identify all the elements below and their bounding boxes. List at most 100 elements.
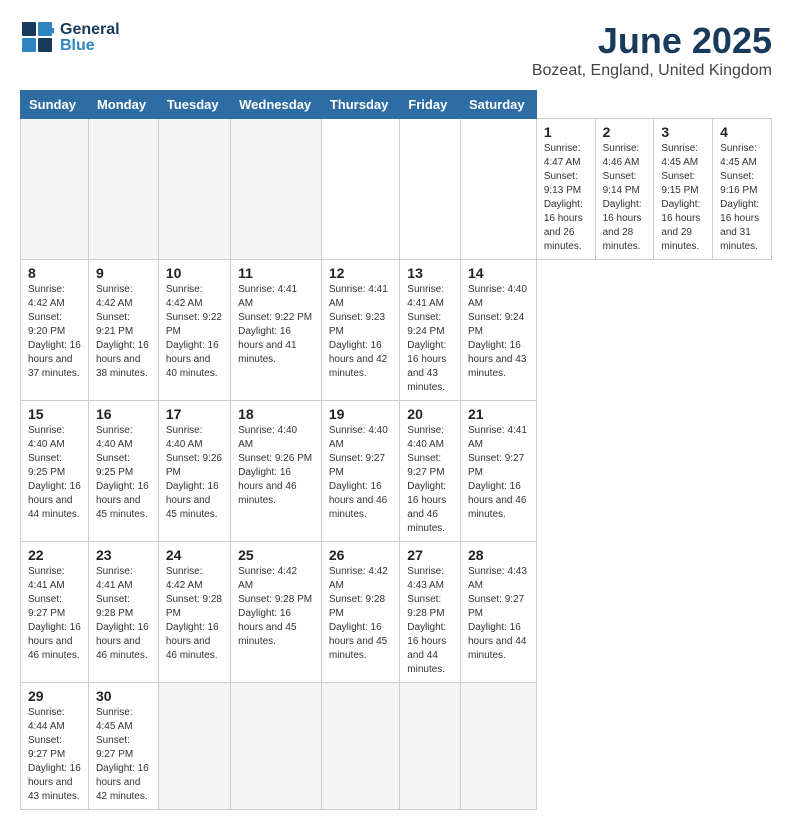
header-friday: Friday — [400, 91, 461, 119]
header-tuesday: Tuesday — [158, 91, 230, 119]
day-info: Sunrise: 4:42 AMSunset: 9:20 PMDaylight:… — [28, 284, 81, 379]
day-info: Sunrise: 4:41 AMSunset: 9:23 PMDaylight:… — [329, 284, 388, 379]
day-cell-10: 10 Sunrise: 4:42 AMSunset: 9:22 PMDaylig… — [158, 260, 230, 401]
day-cell-2: 2 Sunrise: 4:46 AMSunset: 9:14 PMDayligh… — [595, 119, 654, 260]
day-cell-empty — [400, 119, 461, 260]
day-cell-18: 18 Sunrise: 4:40 AMSunset: 9:26 PMDaylig… — [231, 401, 322, 542]
day-info: Sunrise: 4:46 AMSunset: 9:14 PMDaylight:… — [603, 143, 642, 252]
location: Bozeat, England, United Kingdom — [532, 62, 772, 80]
day-cell-14: 14 Sunrise: 4:40 AMSunset: 9:24 PMDaylig… — [461, 260, 537, 401]
day-cell-9: 9 Sunrise: 4:42 AMSunset: 9:21 PMDayligh… — [88, 260, 158, 401]
day-info: Sunrise: 4:41 AMSunset: 9:27 PMDaylight:… — [468, 425, 527, 520]
header-saturday: Saturday — [461, 91, 537, 119]
day-cell-29: 29 Sunrise: 4:44 AMSunset: 9:27 PMDaylig… — [21, 683, 89, 810]
day-number: 26 — [329, 547, 392, 563]
month-title: June 2025 — [532, 20, 772, 62]
day-number: 15 — [28, 406, 81, 422]
header-thursday: Thursday — [321, 91, 399, 119]
day-info: Sunrise: 4:41 AMSunset: 9:24 PMDaylight:… — [407, 284, 446, 393]
day-number: 25 — [238, 547, 314, 563]
day-info: Sunrise: 4:42 AMSunset: 9:28 PMDaylight:… — [238, 566, 312, 647]
calendar-week-5: 29 Sunrise: 4:44 AMSunset: 9:27 PMDaylig… — [21, 683, 772, 810]
day-number: 23 — [96, 547, 151, 563]
day-number: 19 — [329, 406, 392, 422]
day-number: 17 — [166, 406, 223, 422]
day-info: Sunrise: 4:41 AMSunset: 9:27 PMDaylight:… — [28, 566, 81, 661]
day-info: Sunrise: 4:41 AMSunset: 9:22 PMDaylight:… — [238, 284, 312, 365]
day-cell-empty — [321, 119, 399, 260]
day-number: 4 — [720, 124, 764, 140]
empty-cell — [158, 119, 230, 260]
day-info: Sunrise: 4:44 AMSunset: 9:27 PMDaylight:… — [28, 707, 81, 802]
day-cell-22: 22 Sunrise: 4:41 AMSunset: 9:27 PMDaylig… — [21, 542, 89, 683]
day-cell-30: 30 Sunrise: 4:45 AMSunset: 9:27 PMDaylig… — [88, 683, 158, 810]
day-cell-4: 4 Sunrise: 4:45 AMSunset: 9:16 PMDayligh… — [713, 119, 772, 260]
day-number: 10 — [166, 265, 223, 281]
day-info: Sunrise: 4:45 AMSunset: 9:27 PMDaylight:… — [96, 707, 149, 802]
empty-cell — [231, 683, 322, 810]
empty-cell — [321, 683, 399, 810]
day-cell-27: 27 Sunrise: 4:43 AMSunset: 9:28 PMDaylig… — [400, 542, 461, 683]
day-cell-20: 20 Sunrise: 4:40 AMSunset: 9:27 PMDaylig… — [400, 401, 461, 542]
empty-cell — [400, 683, 461, 810]
empty-cell — [158, 683, 230, 810]
day-info: Sunrise: 4:47 AMSunset: 9:13 PMDaylight:… — [544, 143, 583, 252]
calendar-week-1: 1 Sunrise: 4:47 AMSunset: 9:13 PMDayligh… — [21, 119, 772, 260]
day-cell-12: 12 Sunrise: 4:41 AMSunset: 9:23 PMDaylig… — [321, 260, 399, 401]
day-cell-21: 21 Sunrise: 4:41 AMSunset: 9:27 PMDaylig… — [461, 401, 537, 542]
day-number: 24 — [166, 547, 223, 563]
day-number: 16 — [96, 406, 151, 422]
day-number: 3 — [661, 124, 705, 140]
day-cell-11: 11 Sunrise: 4:41 AMSunset: 9:22 PMDaylig… — [231, 260, 322, 401]
day-number: 30 — [96, 688, 151, 704]
logo: General Blue — [20, 20, 120, 56]
calendar-week-2: 8 Sunrise: 4:42 AMSunset: 9:20 PMDayligh… — [21, 260, 772, 401]
day-info: Sunrise: 4:42 AMSunset: 9:28 PMDaylight:… — [329, 566, 388, 661]
day-info: Sunrise: 4:43 AMSunset: 9:28 PMDaylight:… — [407, 566, 446, 675]
empty-cell — [21, 119, 89, 260]
calendar-table: SundayMondayTuesdayWednesdayThursdayFrid… — [20, 90, 772, 810]
empty-cell — [461, 683, 537, 810]
day-number: 20 — [407, 406, 453, 422]
day-info: Sunrise: 4:42 AMSunset: 9:28 PMDaylight:… — [166, 566, 222, 661]
day-cell-17: 17 Sunrise: 4:40 AMSunset: 9:26 PMDaylig… — [158, 401, 230, 542]
header-sunday: Sunday — [21, 91, 89, 119]
empty-cell — [88, 119, 158, 260]
day-number: 12 — [329, 265, 392, 281]
day-cell-empty — [461, 119, 537, 260]
day-cell-8: 8 Sunrise: 4:42 AMSunset: 9:20 PMDayligh… — [21, 260, 89, 401]
title-area: June 2025 Bozeat, England, United Kingdo… — [532, 20, 772, 80]
day-cell-13: 13 Sunrise: 4:41 AMSunset: 9:24 PMDaylig… — [400, 260, 461, 401]
day-info: Sunrise: 4:40 AMSunset: 9:26 PMDaylight:… — [238, 425, 312, 506]
day-number: 28 — [468, 547, 529, 563]
day-number: 29 — [28, 688, 81, 704]
logo-blue: Blue — [60, 37, 95, 54]
day-cell-23: 23 Sunrise: 4:41 AMSunset: 9:28 PMDaylig… — [88, 542, 158, 683]
calendar-header-row: SundayMondayTuesdayWednesdayThursdayFrid… — [21, 91, 772, 119]
day-info: Sunrise: 4:42 AMSunset: 9:22 PMDaylight:… — [166, 284, 222, 379]
day-info: Sunrise: 4:45 AMSunset: 9:15 PMDaylight:… — [661, 143, 700, 252]
day-info: Sunrise: 4:40 AMSunset: 9:26 PMDaylight:… — [166, 425, 222, 520]
day-number: 1 — [544, 124, 588, 140]
header: General Blue June 2025 Bozeat, England, … — [20, 20, 772, 80]
day-number: 27 — [407, 547, 453, 563]
day-number: 8 — [28, 265, 81, 281]
day-number: 11 — [238, 265, 314, 281]
day-cell-3: 3 Sunrise: 4:45 AMSunset: 9:15 PMDayligh… — [654, 119, 713, 260]
empty-cell — [231, 119, 322, 260]
day-cell-25: 25 Sunrise: 4:42 AMSunset: 9:28 PMDaylig… — [231, 542, 322, 683]
day-number: 22 — [28, 547, 81, 563]
day-info: Sunrise: 4:43 AMSunset: 9:27 PMDaylight:… — [468, 566, 527, 661]
day-info: Sunrise: 4:40 AMSunset: 9:27 PMDaylight:… — [329, 425, 388, 520]
logo-general: General — [60, 21, 120, 38]
day-number: 9 — [96, 265, 151, 281]
day-cell-19: 19 Sunrise: 4:40 AMSunset: 9:27 PMDaylig… — [321, 401, 399, 542]
day-number: 14 — [468, 265, 529, 281]
day-info: Sunrise: 4:40 AMSunset: 9:24 PMDaylight:… — [468, 284, 527, 379]
day-cell-16: 16 Sunrise: 4:40 AMSunset: 9:25 PMDaylig… — [88, 401, 158, 542]
day-info: Sunrise: 4:41 AMSunset: 9:28 PMDaylight:… — [96, 566, 149, 661]
day-number: 2 — [603, 124, 647, 140]
day-cell-28: 28 Sunrise: 4:43 AMSunset: 9:27 PMDaylig… — [461, 542, 537, 683]
day-cell-1: 1 Sunrise: 4:47 AMSunset: 9:13 PMDayligh… — [536, 119, 595, 260]
day-cell-24: 24 Sunrise: 4:42 AMSunset: 9:28 PMDaylig… — [158, 542, 230, 683]
